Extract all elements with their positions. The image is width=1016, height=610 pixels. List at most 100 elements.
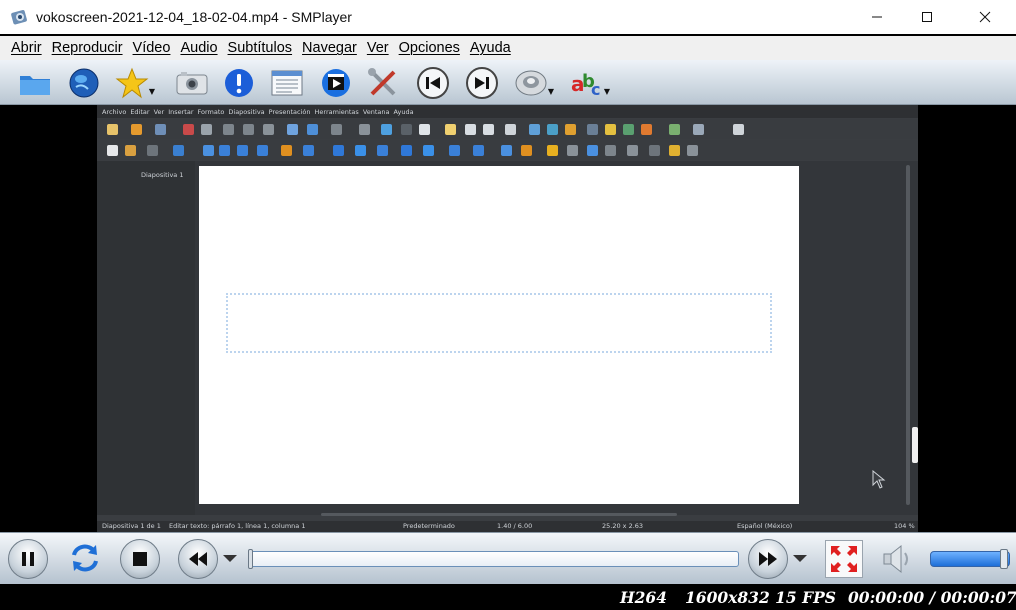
info-icon [225, 69, 253, 97]
favorites-button[interactable]: ▼ [113, 64, 155, 102]
playlist-button[interactable] [268, 64, 306, 102]
recorded-toolbar-icon [107, 124, 118, 135]
recorded-toolbar-icon [627, 145, 638, 156]
smplayer-app-icon [11, 10, 27, 25]
recorded-status-position: 1.40 / 6.00 [497, 522, 533, 530]
recorded-toolbar-icon [547, 145, 558, 156]
menu-reproducir[interactable]: Reproducir [47, 40, 128, 56]
repeat-icon [72, 544, 98, 572]
stop-button[interactable] [120, 539, 160, 579]
forward-button[interactable] [748, 539, 788, 579]
recorded-toolbar-icon [173, 145, 184, 156]
audio-track-button[interactable]: ▼ [512, 64, 554, 102]
recorded-toolbar-icon [587, 124, 598, 135]
pause-button[interactable] [8, 539, 48, 579]
recorded-toolbar-icon [605, 145, 616, 156]
screenshot-button[interactable] [173, 64, 211, 102]
preferences-button[interactable] [364, 64, 402, 102]
recorded-toolbar-icon [465, 124, 476, 135]
recorded-toolbar-icon [107, 145, 118, 156]
speaker-icon [883, 544, 908, 574]
forward-dropdown-icon[interactable] [793, 555, 807, 562]
recorded-toolbar-icon [483, 124, 494, 135]
recorded-menu-item: Ventana [362, 107, 390, 116]
video-filters-button[interactable] [317, 64, 355, 102]
status-resolution: 1600x832 15 FPS [685, 588, 836, 607]
recorded-toolbar-icon [237, 145, 248, 156]
recorded-toolbar-icon [333, 145, 344, 156]
recorded-status-zoom: 104 % [894, 522, 915, 530]
menu-ver[interactable]: Ver [362, 40, 394, 56]
recorded-status-language: Español (México) [737, 522, 793, 530]
video-area[interactable]: Archivo Editar Ver Insertar Formato Diap… [0, 105, 1016, 555]
recorded-menu-bar: Archivo Editar Ver Insertar Formato Diap… [97, 105, 918, 118]
recorded-toolbar-icon [587, 145, 598, 156]
recorded-toolbar-icon [521, 145, 532, 156]
recorded-status-size: 25.20 x 2.63 [602, 522, 644, 530]
info-button[interactable] [220, 64, 258, 102]
volume-slider[interactable] [930, 549, 1010, 569]
playback-control-bar [0, 532, 1016, 584]
recorded-toolbar-icon [565, 124, 576, 135]
recorded-menu-item: Editar [130, 107, 150, 116]
recorded-toolbar-icon [263, 124, 274, 135]
recorded-slide-label: Diapositiva 1 [141, 171, 184, 179]
menu-video[interactable]: Vídeo [128, 40, 176, 56]
recorded-toolbar-icon [355, 145, 366, 156]
seek-bar[interactable] [248, 549, 739, 569]
volume-handle[interactable] [1000, 549, 1008, 569]
recorded-toolbar-icon [331, 124, 342, 135]
rewind-icon [189, 552, 207, 566]
menu-ayuda[interactable]: Ayuda [465, 40, 516, 56]
recorded-toolbar-icon [501, 145, 512, 156]
menu-navegar[interactable]: Navegar [297, 40, 362, 56]
favorites-dropdown-icon[interactable]: ▼ [149, 87, 155, 96]
recorded-toolbar-icon [131, 124, 142, 135]
favorites-star-icon [115, 67, 149, 99]
menu-audio[interactable]: Audio [175, 40, 222, 56]
rewind-dropdown-icon[interactable] [223, 555, 237, 562]
next-button[interactable] [463, 64, 501, 102]
menu-subtitulos[interactable]: Subtítulos [223, 40, 298, 56]
seek-handle[interactable] [248, 549, 253, 569]
recorded-toolbar-standard [97, 119, 918, 139]
open-url-button[interactable] [65, 64, 103, 102]
repeat-button[interactable] [66, 539, 104, 577]
subtitle-dropdown-icon[interactable]: ▼ [604, 87, 610, 96]
audio-dropdown-icon[interactable]: ▼ [548, 87, 554, 96]
recorded-toolbar-icon [623, 124, 634, 135]
recorded-toolbar-icon [257, 145, 268, 156]
previous-icon [417, 67, 449, 99]
fullscreen-button[interactable] [825, 540, 863, 578]
maximize-icon [922, 12, 932, 22]
menu-abrir[interactable]: Abrir [6, 40, 47, 56]
recorded-toolbar-icon [219, 145, 230, 156]
previous-button[interactable] [414, 64, 452, 102]
recorded-toolbar-icon [605, 124, 616, 135]
menu-opciones[interactable]: Opciones [394, 40, 465, 56]
main-toolbar: ▼ ▼ abc ▼ [0, 60, 1016, 105]
playlist-icon [271, 70, 303, 96]
recorded-toolbar-icon [669, 145, 680, 156]
recorded-toolbar-icon [473, 145, 484, 156]
close-button[interactable] [962, 0, 1008, 34]
recorded-slide-pane: Diapositiva 1 [97, 161, 195, 515]
stop-icon [133, 552, 147, 566]
video-edge-handle [912, 427, 918, 463]
recorded-text-box [226, 293, 772, 353]
recorded-toolbar-drawing [97, 140, 918, 160]
open-file-button[interactable] [16, 64, 54, 102]
recorded-toolbar-icon [359, 124, 370, 135]
window-titlebar: vokoscreen-2021-12-04_18-02-04.mp4 - SMP… [0, 0, 1016, 34]
maximize-button[interactable] [904, 0, 950, 34]
recorded-toolbar-icon [529, 124, 540, 135]
video-frame: Archivo Editar Ver Insertar Formato Diap… [97, 105, 918, 532]
mouse-cursor-icon [872, 470, 886, 489]
minimize-button[interactable] [854, 0, 900, 34]
preferences-tools-icon [368, 68, 396, 96]
mute-button[interactable] [878, 540, 916, 578]
video-filters-icon [322, 69, 350, 97]
rewind-button[interactable] [178, 539, 218, 579]
recorded-toolbar-icon [693, 124, 704, 135]
subtitle-track-button[interactable]: abc ▼ [568, 64, 610, 102]
